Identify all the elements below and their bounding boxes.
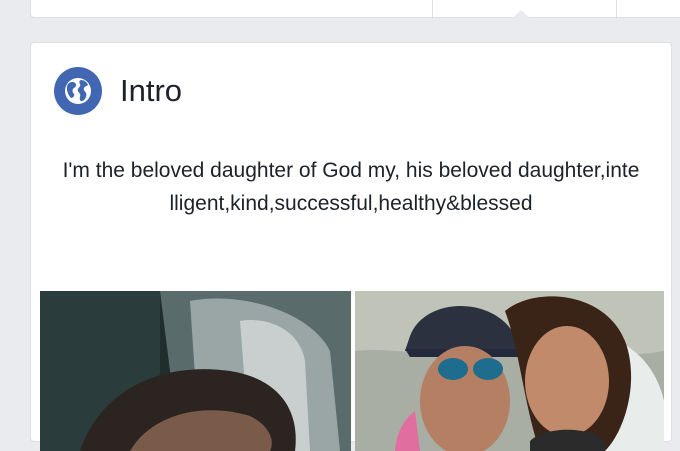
intro-title: Intro <box>120 73 183 108</box>
globe-icon <box>54 67 102 115</box>
bio-text: I'm the beloved daughter of God my, his … <box>62 159 640 215</box>
active-tab-caret <box>510 10 532 20</box>
photo-thumbnail-1[interactable] <box>40 291 351 451</box>
top-tabs-card <box>30 0 680 19</box>
photo-thumbnail-2[interactable] <box>355 291 664 451</box>
tab-divider <box>432 0 433 19</box>
intro-card: Intro I'm the beloved daughter of God my… <box>30 42 672 451</box>
beach-selfie-image <box>355 291 664 451</box>
tab-divider <box>616 0 617 19</box>
car-selfie-image <box>40 291 351 451</box>
